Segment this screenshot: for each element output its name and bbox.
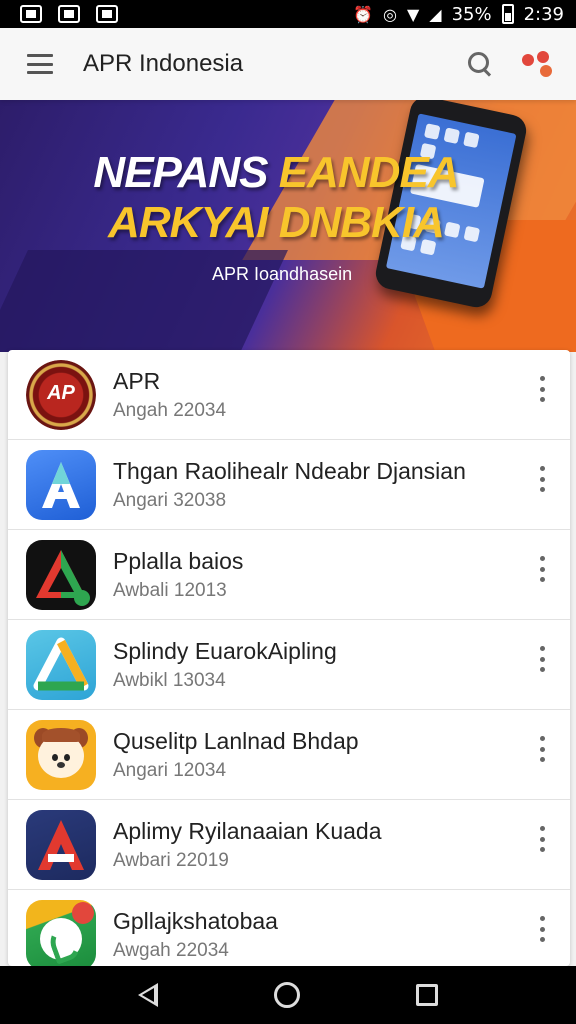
app-meta: Awbikl 13034 — [113, 670, 226, 691]
list-item[interactable]: Quselitp Lanlnad Bhdap Angari 12034 — [8, 710, 570, 800]
signal-icon: ◢ — [429, 4, 442, 24]
app-meta: Angari 32038 — [113, 490, 227, 511]
app-meta: Angari 12034 — [113, 760, 227, 781]
home-icon[interactable] — [274, 982, 300, 1008]
banner-headline-line1: NEPANS EANDEA — [93, 148, 459, 197]
app-name: APR — [113, 368, 161, 394]
message-icon — [96, 5, 118, 23]
app-name: Aplimy Ryilanaaian Kuada — [113, 818, 382, 844]
banner-subtitle: APR Ioandhasein — [212, 264, 353, 284]
recents-icon[interactable] — [416, 984, 438, 1006]
status-right: ⏰ ◎ ▼ ◢ 35% 2:39 — [353, 4, 564, 25]
list-item[interactable]: Pplalla baios Awbali 12013 — [8, 530, 570, 620]
banner-headline-line2: ARKYAI DNBKIA — [108, 198, 445, 247]
app-list: AP APR Angah 22034 Thgan Raolihealr Ndea… — [8, 350, 570, 966]
app-title: APR Indonesia — [83, 50, 244, 77]
more-options-icon[interactable] — [536, 826, 548, 852]
more-options-icon[interactable] — [536, 916, 548, 942]
promo-banner[interactable]: NEPANS EANDEA ARKYAI DNBKIA APR Ioandhas… — [0, 100, 576, 352]
system-nav-bar — [0, 966, 576, 1024]
battery-icon — [501, 4, 514, 24]
app-meta: Awbali 12013 — [113, 580, 227, 601]
more-options-icon[interactable] — [536, 556, 548, 582]
apr-logo-icon: AP — [26, 360, 96, 430]
navy-a-icon — [26, 810, 96, 880]
list-item[interactable]: Gpllajkshatobaa Awgah 22034 — [8, 890, 570, 966]
status-left-icons — [20, 5, 118, 23]
black-triangle-icon — [26, 540, 96, 610]
more-options-icon[interactable] — [536, 646, 548, 672]
app-name: Thgan Raolihealr Ndeabr Djansian — [113, 458, 466, 484]
blue-a-icon — [26, 450, 96, 520]
battery-percent: 35% — [451, 3, 492, 25]
list-item[interactable]: Thgan Raolihealr Ndeabr Djansian Angari … — [8, 440, 570, 530]
back-icon[interactable] — [138, 983, 158, 1007]
hotspot-icon: ◎ — [382, 4, 397, 24]
alarm-icon: ⏰ — [353, 4, 373, 24]
more-options-icon[interactable] — [536, 736, 548, 762]
status-bar: ⏰ ◎ ▼ ◢ 35% 2:39 — [0, 0, 576, 28]
app-name: Pplalla baios — [113, 548, 244, 574]
apps-menu-icon[interactable] — [520, 49, 556, 79]
app-meta: Awbari 22019 — [113, 850, 229, 871]
app-name: Gpllajkshatobaa — [113, 908, 278, 934]
app-bar: APR Indonesia — [0, 28, 576, 100]
app-name: Quselitp Lanlnad Bhdap — [113, 728, 359, 754]
more-options-icon[interactable] — [536, 376, 548, 402]
search-icon[interactable] — [466, 50, 494, 78]
app-meta: Angah 22034 — [113, 400, 227, 421]
dog-icon — [26, 720, 96, 790]
image-icon — [58, 5, 80, 23]
phone-call-icon — [26, 900, 96, 966]
hamburger-menu-icon[interactable] — [27, 54, 53, 74]
app-meta: Awgah 22034 — [113, 940, 229, 961]
app-name: Splindy EuarokAipling — [113, 638, 337, 664]
wifi-icon: ▼ — [406, 4, 420, 24]
clock: 2:39 — [523, 3, 564, 25]
teal-triangle-icon — [26, 630, 96, 700]
list-item[interactable]: Aplimy Ryilanaaian Kuada Awbari 22019 — [8, 800, 570, 890]
list-item[interactable]: AP APR Angah 22034 — [8, 350, 570, 440]
list-item[interactable]: Splindy EuarokAipling Awbikl 13034 — [8, 620, 570, 710]
more-options-icon[interactable] — [536, 466, 548, 492]
notification-icon — [20, 5, 42, 23]
